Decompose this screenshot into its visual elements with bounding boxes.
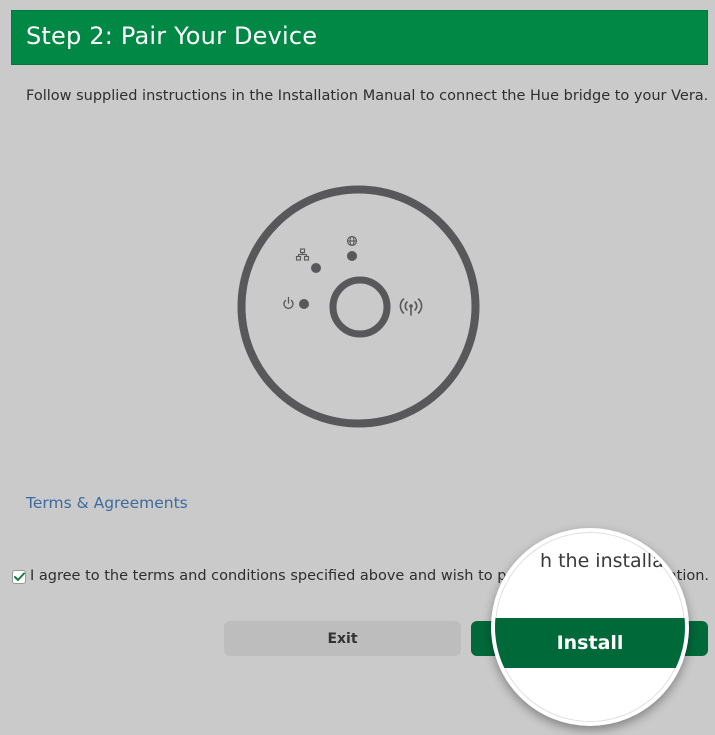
agree-checkbox[interactable]	[12, 570, 26, 584]
page-title: Step 2: Pair Your Device	[26, 22, 318, 50]
exit-button[interactable]: Exit	[224, 621, 461, 656]
globe-icon	[346, 235, 358, 247]
zoom-callout: h the installatio Install	[491, 528, 689, 726]
zoomed-agree-text: h the installatio	[540, 550, 689, 572]
zoomed-install-button[interactable]: Install	[495, 618, 685, 668]
step-header: Step 2: Pair Your Device	[11, 10, 708, 65]
instructions-text: Follow supplied instructions in the Inst…	[26, 88, 709, 104]
network-led	[311, 263, 321, 273]
hue-bridge-illustration	[237, 185, 480, 428]
bridge-center-button	[329, 276, 391, 338]
power-led	[299, 299, 309, 309]
terms-agreements-link[interactable]: Terms & Agreements	[26, 494, 188, 512]
check-icon	[13, 572, 25, 581]
power-icon	[283, 296, 294, 309]
network-icon	[295, 248, 310, 261]
wireless-icon	[399, 298, 423, 316]
bridge-outer-ring	[237, 185, 480, 428]
internet-led	[347, 251, 357, 261]
